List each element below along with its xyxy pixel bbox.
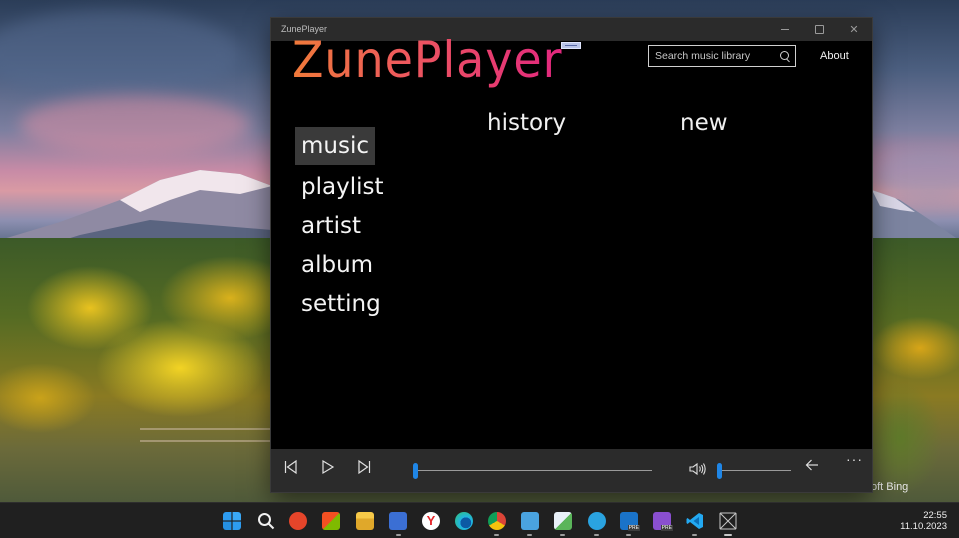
tab-history[interactable]: history (487, 110, 566, 136)
zuneplayer-icon[interactable] (719, 512, 737, 530)
nav-item-artist[interactable]: artist (295, 207, 367, 245)
player-bar: ··· (271, 449, 872, 492)
minimize-button[interactable] (768, 18, 802, 41)
tab-new[interactable]: new (680, 110, 728, 136)
running-indicator (626, 534, 631, 536)
running-indicator (594, 534, 599, 536)
store-icon[interactable] (322, 512, 340, 530)
active-indicator (724, 534, 732, 536)
nav-item-album[interactable]: album (295, 246, 379, 284)
telegram-icon[interactable] (588, 512, 606, 530)
chrome-icon[interactable] (488, 512, 506, 530)
notepad-icon[interactable] (521, 512, 539, 530)
more-button[interactable]: ··· (846, 451, 863, 467)
back-arrow-icon (805, 459, 818, 471)
search-icon[interactable] (257, 512, 275, 530)
volume-button[interactable] (689, 462, 707, 476)
app-logo: ZunePlayer (292, 31, 563, 89)
seek-thumb[interactable] (413, 463, 418, 479)
visual-studio-badge: PRE (660, 525, 673, 531)
volume-track[interactable] (717, 470, 791, 471)
edge-icon[interactable] (455, 512, 473, 530)
app-red-icon[interactable] (289, 512, 307, 530)
nav-item-music[interactable]: music (295, 127, 376, 165)
seek-track[interactable] (413, 470, 652, 471)
running-indicator (692, 534, 697, 536)
volume-icon (689, 462, 706, 476)
cloud (20, 95, 250, 155)
visual-studio-icon[interactable]: PRE (653, 512, 673, 531)
compact-mode-icon[interactable] (561, 42, 581, 49)
minimize-icon (781, 29, 789, 30)
play-icon (322, 459, 335, 475)
running-indicator (494, 534, 499, 536)
about-link[interactable]: About (820, 50, 849, 62)
close-icon: ✕ (849, 24, 859, 36)
file-explorer-icon[interactable] (356, 512, 374, 530)
nav-item-playlist[interactable]: playlist (295, 168, 389, 206)
back-button[interactable] (805, 458, 819, 472)
clock-time: 22:55 (923, 510, 947, 521)
yandex-icon[interactable]: Y (422, 512, 440, 530)
next-icon (358, 459, 371, 475)
save-app-icon[interactable] (389, 512, 407, 530)
zuneplayer-window: ZunePlayer ✕ ZunePlayer About music play… (271, 18, 872, 492)
search-input[interactable] (655, 46, 773, 66)
running-indicator (560, 534, 565, 536)
maximize-icon (814, 25, 824, 34)
previous-button[interactable] (284, 459, 298, 475)
vscode-icon[interactable] (686, 512, 704, 530)
running-indicator (527, 534, 532, 536)
close-button[interactable]: ✕ (837, 18, 871, 41)
clock-date: 11.10.2023 (900, 521, 947, 532)
fence (140, 428, 270, 442)
wallpaper-watermark: oft Bing (871, 481, 909, 493)
system-clock[interactable]: 22:55 11.10.2023 (900, 510, 947, 532)
previous-icon (284, 459, 297, 475)
running-indicator (396, 534, 401, 536)
search-box[interactable] (648, 45, 796, 67)
image-editor-icon[interactable] (554, 512, 572, 530)
maximize-button[interactable] (802, 18, 836, 41)
volume-thumb[interactable] (717, 463, 722, 479)
yandex-glyph: Y (426, 513, 436, 528)
taskbar: Y PRE PRE 22:55 11.10.2023 (0, 502, 959, 538)
start-icon[interactable] (223, 512, 241, 530)
play-button[interactable] (321, 459, 335, 475)
outlook-badge: PRE (627, 525, 640, 531)
outlook-icon[interactable]: PRE (620, 512, 640, 531)
nav-item-setting[interactable]: setting (295, 285, 387, 323)
search-icon[interactable] (780, 51, 789, 60)
next-button[interactable] (357, 459, 371, 475)
